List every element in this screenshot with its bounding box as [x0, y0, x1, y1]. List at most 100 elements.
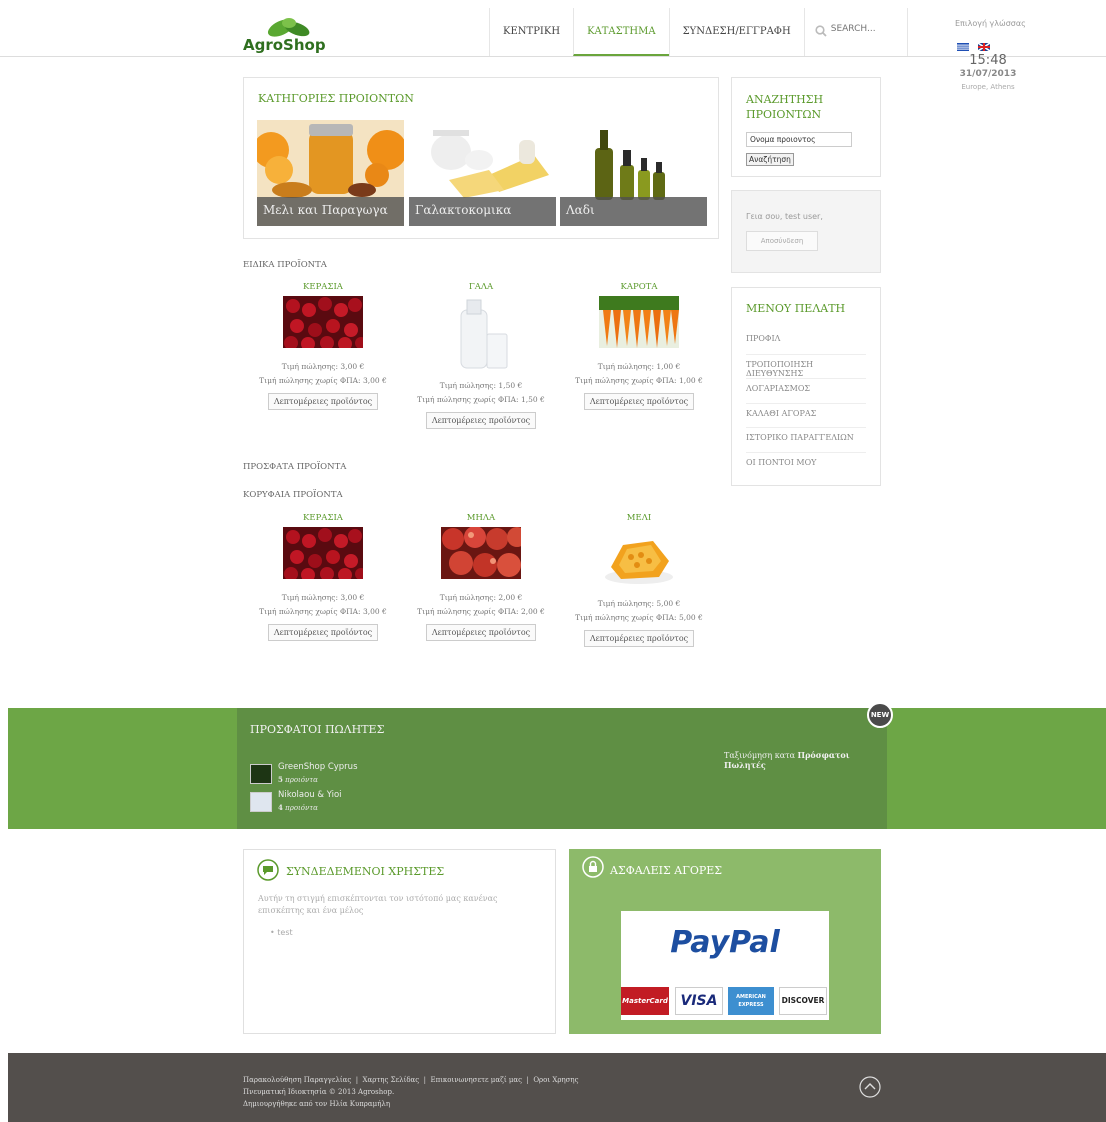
- recent-sellers-title: ΠΡΟΣΦΑΤΟΙ ΠΩΛΗΤΕΣ: [250, 723, 385, 736]
- product-name[interactable]: ΜΗΛΑ: [401, 513, 561, 523]
- cherries-image[interactable]: [283, 527, 367, 582]
- category-label: Γαλακτοκομικα: [409, 197, 556, 226]
- online-user-name: test: [277, 928, 293, 937]
- nav-search: [803, 8, 908, 56]
- product-details-button[interactable]: Λεπτομέρειες προϊόντος: [267, 624, 379, 641]
- sort-prefix: Ταξινόμηση κατα: [724, 751, 795, 760]
- product-details-button[interactable]: Λεπτομέρειες προϊόντος: [425, 412, 537, 429]
- customer-menu-title: ΜΕΝΟΥ ΠΕΛΑΤΗ: [746, 302, 846, 315]
- greek-flag-icon[interactable]: [957, 43, 969, 51]
- visa-logo: VISA: [675, 987, 723, 1015]
- online-user-item[interactable]: • test: [270, 928, 293, 937]
- product-name[interactable]: ΚΕΡΑΣΙΑ: [243, 282, 403, 292]
- search-input[interactable]: [830, 24, 901, 34]
- scroll-to-top-icon[interactable]: [859, 1076, 881, 1098]
- chat-bubble-icon: [257, 859, 279, 881]
- user-greeting: Γεια σου, test user,: [746, 212, 823, 221]
- seller-name: GreenShop Cyprus: [278, 762, 358, 772]
- menu-item-cart[interactable]: ΚΑΛΑΘΙ ΑΓΟΡΑΣ: [746, 404, 866, 428]
- clock-time: 15:48: [969, 53, 1007, 68]
- apples-image[interactable]: [441, 526, 527, 579]
- product-price-no-vat: Τιμή πώλησης χωρίς ΦΠΑ: 1,00 €: [575, 376, 703, 385]
- product-search-box: ΑΝΑΖΗΤΗΣΗ ΠΡΟΙΟΝΤΩΝ Αναζήτηση: [731, 77, 881, 177]
- cherries-image[interactable]: [283, 296, 367, 351]
- online-users-title: ΣΥΝΔΕΔΕΜΕΝΟΙ ΧΡΗΣΤΕΣ: [286, 865, 445, 878]
- seller-count: 5: [278, 775, 283, 784]
- menu-item-edit-address[interactable]: ΤΡΟΠΟΠΟΙΗΣΗ ΔΙΕΥΘΥΝΣΗΣ: [746, 355, 866, 379]
- menu-item-profile[interactable]: ΠΡΟΦΙΛ: [746, 330, 866, 355]
- product-name[interactable]: ΓΑΛΑ: [401, 282, 561, 292]
- logout-button[interactable]: Αποσύνδεση: [746, 231, 818, 251]
- footer-link-order-tracking[interactable]: Παρακολούθηση Παραγγελίας: [243, 1076, 351, 1084]
- new-badge: NEW: [867, 702, 893, 728]
- footer-link-sitemap[interactable]: Χαρτης Σελίδας: [363, 1076, 420, 1084]
- nav-shop[interactable]: ΚΑΤΑΣΤΗΜΑ: [573, 8, 669, 56]
- site-logo[interactable]: AgroShop: [243, 16, 351, 54]
- payment-logos: PayPal MasterCard VISA AMERICAN EXPRESS …: [621, 911, 829, 1020]
- mastercard-logo: MasterCard: [621, 987, 669, 1015]
- logo-text: AgroShop: [243, 36, 326, 54]
- seller-count: 4: [278, 803, 283, 812]
- product-price-no-vat: Τιμή πώλησης χωρίς ΦΠΑ: 1,50 €: [417, 395, 545, 404]
- product-name[interactable]: ΚΕΡΑΣΙΑ: [243, 513, 403, 523]
- padlock-icon: [582, 856, 604, 878]
- language-label: Επιλογή γλώσσας: [955, 19, 1026, 28]
- seller-product-count: 4 προιόντα: [278, 803, 318, 812]
- product-price-no-vat: Τιμή πώλησης χωρίς ΦΠΑ: 3,00 €: [259, 607, 387, 616]
- amex-logo: AMERICAN EXPRESS: [728, 987, 774, 1015]
- discover-logo: DISCOVER: [779, 987, 827, 1015]
- recent-products-title: ΠΡΟΣΦΑΤΑ ΠΡΟΪΟΝΤΑ: [243, 462, 347, 472]
- product-price: Τιμή πώλησης: 1,50 €: [439, 381, 523, 390]
- nav-login-register[interactable]: ΣΥΝΔΕΣΗ/ΕΓΓΡΑΦΗ: [668, 8, 804, 56]
- product-details-button[interactable]: Λεπτομέρειες προϊόντος: [583, 630, 695, 647]
- nav-home[interactable]: ΚΕΝΤΡΙΚΗ: [489, 8, 573, 56]
- secure-shopping-title: ΑΣΦΑΛΕΙΣ ΑΓΟΡΕΣ: [610, 864, 723, 877]
- product-price: Τιμή πώλησης: 3,00 €: [281, 362, 365, 371]
- product-name[interactable]: ΜΕΛΙ: [559, 513, 719, 523]
- product-search-title: ΑΝΑΖΗΤΗΣΗ ΠΡΟΙΟΝΤΩΝ: [746, 93, 824, 121]
- product-name[interactable]: ΚΑΡΟΤΑ: [559, 282, 719, 292]
- product-card: ΚΕΡΑΣΙΑ Τιμή πώλησης: 3,00 € Τιμή πώληση…: [243, 282, 403, 410]
- footer-credit: Δημιουργήθηκε από τον Ηλία Κυπραμήλη: [243, 1100, 391, 1108]
- customer-menu: ΜΕΝΟΥ ΠΕΛΑΤΗ ΠΡΟΦΙΛ ΤΡΟΠΟΠΟΙΗΣΗ ΔΙΕΥΘΥΝΣ…: [731, 287, 881, 486]
- menu-item-points[interactable]: ΟΙ ΠΟΝΤΟΙ ΜΟΥ: [746, 453, 866, 478]
- special-products-title: ΕΙΔΙΚΑ ΠΡΟΪΟΝΤΑ: [243, 260, 327, 270]
- product-price: Τιμή πώλησης: 3,00 €: [281, 593, 365, 602]
- site-footer: Παρακολούθηση Παραγγελίας | Χαρτης Σελίδ…: [8, 1053, 1106, 1122]
- paypal-logo: PayPal: [670, 925, 780, 960]
- product-details-button[interactable]: Λεπτομέρειες προϊόντος: [267, 393, 379, 410]
- seller-avatar: [250, 792, 272, 812]
- product-card: ΜΗΛΑ Τιμή πώλησης: 2,00 € Τιμή πώλησης χ…: [401, 513, 561, 641]
- uk-flag-icon[interactable]: [978, 43, 990, 51]
- product-price-no-vat: Τιμή πώλησης χωρίς ΦΠΑ: 2,00 €: [417, 607, 545, 616]
- category-dairy[interactable]: Γαλακτοκομικα: [409, 120, 556, 226]
- recent-sellers-panel: ΠΡΟΣΦΑΤΟΙ ΠΩΛΗΤΕΣ Ταξινόμηση κατα Πρόσφα…: [237, 702, 893, 829]
- product-price-no-vat: Τιμή πώλησης χωρίς ΦΠΑ: 3,00 €: [259, 376, 387, 385]
- top-products-title: ΚΟΡΥΦΑΙΑ ΠΡΟΪΟΝΤΑ: [243, 490, 343, 500]
- product-details-button[interactable]: Λεπτομέρειες προϊόντος: [583, 393, 695, 410]
- honeycomb-image[interactable]: [599, 527, 679, 589]
- seller-avatar: [250, 764, 272, 784]
- product-price-no-vat: Τιμή πώλησης χωρίς ΦΠΑ: 5,00 €: [575, 613, 703, 622]
- carrots-image[interactable]: [599, 296, 679, 348]
- footer-links: Παρακολούθηση Παραγγελίας | Χαρτης Σελίδ…: [243, 1076, 579, 1084]
- bullet-icon: •: [270, 928, 275, 937]
- seller-count-label: προιόντα: [285, 776, 318, 784]
- product-name-input[interactable]: [746, 132, 852, 147]
- product-card: ΓΑΛΑ Τιμή πώλησης: 1,50 € Τιμή πώλησης χ…: [401, 282, 561, 429]
- clock-timezone: Europe, Athens: [961, 83, 1015, 91]
- menu-item-order-history[interactable]: ΙΣΤΟΡΙΚΟ ΠΑΡΑΓΓΕΛΙΩΝ: [746, 428, 866, 453]
- footer-link-contact[interactable]: Επικοινωνησετε μαζί μας: [430, 1076, 522, 1084]
- category-honey[interactable]: Μελι και Παραγωγα: [257, 120, 404, 226]
- categories-title: ΚΑΤΗΓΟΡΙΕΣ ΠΡΟΙΟΝΤΩΝ: [258, 92, 414, 105]
- footer-link-terms[interactable]: Οροι Χρησης: [533, 1076, 578, 1084]
- product-details-button[interactable]: Λεπτομέρειες προϊόντος: [425, 624, 537, 641]
- product-search-button[interactable]: Αναζήτηση: [746, 153, 794, 166]
- category-label: Μελι και Παραγωγα: [257, 197, 404, 226]
- footer-copyright: Πνευματική Ιδιοκτησία © 2013 Agroshop.: [243, 1088, 395, 1096]
- sellers-sort[interactable]: Ταξινόμηση κατα Πρόσφατοι Πωλητές: [724, 750, 887, 770]
- product-price: Τιμή πώλησης: 2,00 €: [439, 593, 523, 602]
- category-oil[interactable]: Λαδι: [560, 120, 707, 226]
- menu-item-account[interactable]: ΛΟΓΑΡΙΑΣΜΟΣ: [746, 379, 866, 404]
- milk-image[interactable]: [441, 296, 521, 374]
